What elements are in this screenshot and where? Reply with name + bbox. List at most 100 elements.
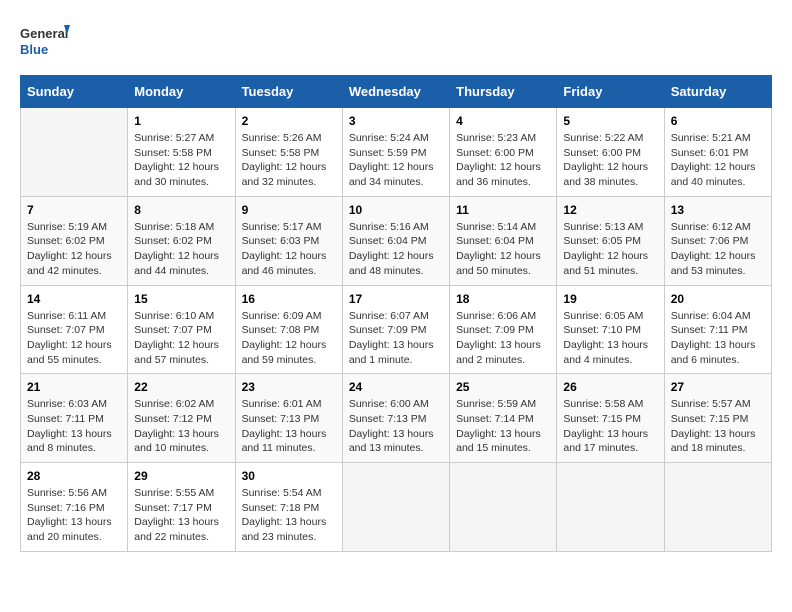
day-number: 7 [27, 203, 121, 217]
cell-info: Sunrise: 6:11 AMSunset: 7:07 PMDaylight:… [27, 309, 121, 368]
calendar-cell: 25 Sunrise: 5:59 AMSunset: 7:14 PMDayligh… [450, 374, 557, 463]
calendar-table: SundayMondayTuesdayWednesdayThursdayFrid… [20, 75, 772, 552]
calendar-cell: 13 Sunrise: 6:12 AMSunset: 7:06 PMDayligh… [664, 196, 771, 285]
header-cell-monday: Monday [128, 76, 235, 108]
cell-info: Sunrise: 5:58 AMSunset: 7:15 PMDaylight:… [563, 397, 657, 456]
calendar-cell: 3 Sunrise: 5:24 AMSunset: 5:59 PMDaylight… [342, 108, 449, 197]
cell-info: Sunrise: 5:54 AMSunset: 7:18 PMDaylight:… [242, 486, 336, 545]
day-number: 23 [242, 380, 336, 394]
day-number: 28 [27, 469, 121, 483]
day-number: 24 [349, 380, 443, 394]
calendar-cell: 30 Sunrise: 5:54 AMSunset: 7:18 PMDayligh… [235, 463, 342, 552]
calendar-cell: 17 Sunrise: 6:07 AMSunset: 7:09 PMDayligh… [342, 285, 449, 374]
calendar-cell: 20Sunrise: 6:04 AMSunset: 7:11 PMDayligh… [664, 285, 771, 374]
calendar-cell: 28 Sunrise: 5:56 AMSunset: 7:16 PMDayligh… [21, 463, 128, 552]
cell-info: Sunrise: 6:05 AMSunset: 7:10 PMDaylight:… [563, 309, 657, 368]
calendar-cell: 2 Sunrise: 5:26 AMSunset: 5:58 PMDaylight… [235, 108, 342, 197]
cell-info: Sunrise: 5:22 AMSunset: 6:00 PMDaylight:… [563, 131, 657, 190]
calendar-cell: 6 Sunrise: 5:21 AMSunset: 6:01 PMDaylight… [664, 108, 771, 197]
day-number: 1 [134, 114, 228, 128]
cell-info: Sunrise: 6:01 AMSunset: 7:13 PMDaylight:… [242, 397, 336, 456]
cell-info: Sunrise: 5:27 AMSunset: 5:58 PMDaylight:… [134, 131, 228, 190]
day-number: 27 [671, 380, 765, 394]
day-number: 2 [242, 114, 336, 128]
day-number: 16 [242, 292, 336, 306]
cell-info: Sunrise: 5:16 AMSunset: 6:04 PMDaylight:… [349, 220, 443, 279]
cell-info: Sunrise: 5:18 AMSunset: 6:02 PMDaylight:… [134, 220, 228, 279]
svg-text:Blue: Blue [20, 42, 48, 57]
day-number: 25 [456, 380, 550, 394]
cell-info: Sunrise: 5:17 AMSunset: 6:03 PMDaylight:… [242, 220, 336, 279]
cell-info: Sunrise: 6:03 AMSunset: 7:11 PMDaylight:… [27, 397, 121, 456]
calendar-cell: 29 Sunrise: 5:55 AMSunset: 7:17 PMDayligh… [128, 463, 235, 552]
calendar-cell: 12 Sunrise: 5:13 AMSunset: 6:05 PMDayligh… [557, 196, 664, 285]
cell-info: Sunrise: 5:13 AMSunset: 6:05 PMDaylight:… [563, 220, 657, 279]
cell-info: Sunrise: 6:12 AMSunset: 7:06 PMDaylight:… [671, 220, 765, 279]
day-number: 14 [27, 292, 121, 306]
cell-info: Sunrise: 6:07 AMSunset: 7:09 PMDaylight:… [349, 309, 443, 368]
page-header: General Blue [20, 20, 772, 65]
calendar-cell: 7 Sunrise: 5:19 AMSunset: 6:02 PMDaylight… [21, 196, 128, 285]
calendar-cell: 23 Sunrise: 6:01 AMSunset: 7:13 PMDayligh… [235, 374, 342, 463]
calendar-cell [664, 463, 771, 552]
day-number: 11 [456, 203, 550, 217]
cell-info: Sunrise: 6:09 AMSunset: 7:08 PMDaylight:… [242, 309, 336, 368]
logo: General Blue [20, 20, 70, 65]
day-number: 6 [671, 114, 765, 128]
cell-info: Sunrise: 6:00 AMSunset: 7:13 PMDaylight:… [349, 397, 443, 456]
calendar-cell [342, 463, 449, 552]
day-number: 4 [456, 114, 550, 128]
header-cell-tuesday: Tuesday [235, 76, 342, 108]
calendar-cell: 11 Sunrise: 5:14 AMSunset: 6:04 PMDayligh… [450, 196, 557, 285]
day-number: 9 [242, 203, 336, 217]
day-number: 5 [563, 114, 657, 128]
cell-info: Sunrise: 5:26 AMSunset: 5:58 PMDaylight:… [242, 131, 336, 190]
calendar-cell: 15 Sunrise: 6:10 AMSunset: 7:07 PMDayligh… [128, 285, 235, 374]
cell-info: Sunrise: 5:24 AMSunset: 5:59 PMDaylight:… [349, 131, 443, 190]
cell-info: Sunrise: 5:21 AMSunset: 6:01 PMDaylight:… [671, 131, 765, 190]
cell-info: Sunrise: 5:19 AMSunset: 6:02 PMDaylight:… [27, 220, 121, 279]
cell-info: Sunrise: 6:02 AMSunset: 7:12 PMDaylight:… [134, 397, 228, 456]
header-cell-saturday: Saturday [664, 76, 771, 108]
cell-info: Sunrise: 6:06 AMSunset: 7:09 PMDaylight:… [456, 309, 550, 368]
week-row-3: 14 Sunrise: 6:11 AMSunset: 7:07 PMDayligh… [21, 285, 772, 374]
day-number: 3 [349, 114, 443, 128]
cell-info: Sunrise: 5:23 AMSunset: 6:00 PMDaylight:… [456, 131, 550, 190]
header-cell-thursday: Thursday [450, 76, 557, 108]
calendar-cell [557, 463, 664, 552]
day-number: 17 [349, 292, 443, 306]
calendar-cell: 4 Sunrise: 5:23 AMSunset: 6:00 PMDaylight… [450, 108, 557, 197]
day-number: 29 [134, 469, 228, 483]
calendar-cell: 19Sunrise: 6:05 AMSunset: 7:10 PMDayligh… [557, 285, 664, 374]
cell-info: Sunrise: 5:56 AMSunset: 7:16 PMDaylight:… [27, 486, 121, 545]
svg-text:General: General [20, 26, 68, 41]
week-row-5: 28 Sunrise: 5:56 AMSunset: 7:16 PMDayligh… [21, 463, 772, 552]
header-cell-wednesday: Wednesday [342, 76, 449, 108]
day-number: 12 [563, 203, 657, 217]
calendar-cell [450, 463, 557, 552]
day-number: 10 [349, 203, 443, 217]
logo-svg: General Blue [20, 20, 70, 65]
cell-info: Sunrise: 5:59 AMSunset: 7:14 PMDaylight:… [456, 397, 550, 456]
cell-info: Sunrise: 5:14 AMSunset: 6:04 PMDaylight:… [456, 220, 550, 279]
calendar-cell: 16 Sunrise: 6:09 AMSunset: 7:08 PMDayligh… [235, 285, 342, 374]
day-number: 26 [563, 380, 657, 394]
calendar-cell: 24 Sunrise: 6:00 AMSunset: 7:13 PMDayligh… [342, 374, 449, 463]
calendar-cell [21, 108, 128, 197]
week-row-2: 7 Sunrise: 5:19 AMSunset: 6:02 PMDaylight… [21, 196, 772, 285]
week-row-1: 1 Sunrise: 5:27 AMSunset: 5:58 PMDaylight… [21, 108, 772, 197]
calendar-cell: 5 Sunrise: 5:22 AMSunset: 6:00 PMDaylight… [557, 108, 664, 197]
calendar-cell: 9 Sunrise: 5:17 AMSunset: 6:03 PMDaylight… [235, 196, 342, 285]
day-number: 15 [134, 292, 228, 306]
day-number: 13 [671, 203, 765, 217]
cell-info: Sunrise: 5:55 AMSunset: 7:17 PMDaylight:… [134, 486, 228, 545]
calendar-cell: 18Sunrise: 6:06 AMSunset: 7:09 PMDayligh… [450, 285, 557, 374]
header-row: SundayMondayTuesdayWednesdayThursdayFrid… [21, 76, 772, 108]
week-row-4: 21Sunrise: 6:03 AMSunset: 7:11 PMDayligh… [21, 374, 772, 463]
day-number: 30 [242, 469, 336, 483]
day-number: 22 [134, 380, 228, 394]
cell-info: Sunrise: 6:10 AMSunset: 7:07 PMDaylight:… [134, 309, 228, 368]
calendar-cell: 22 Sunrise: 6:02 AMSunset: 7:12 PMDayligh… [128, 374, 235, 463]
day-number: 20 [671, 292, 765, 306]
calendar-cell: 26 Sunrise: 5:58 AMSunset: 7:15 PMDayligh… [557, 374, 664, 463]
